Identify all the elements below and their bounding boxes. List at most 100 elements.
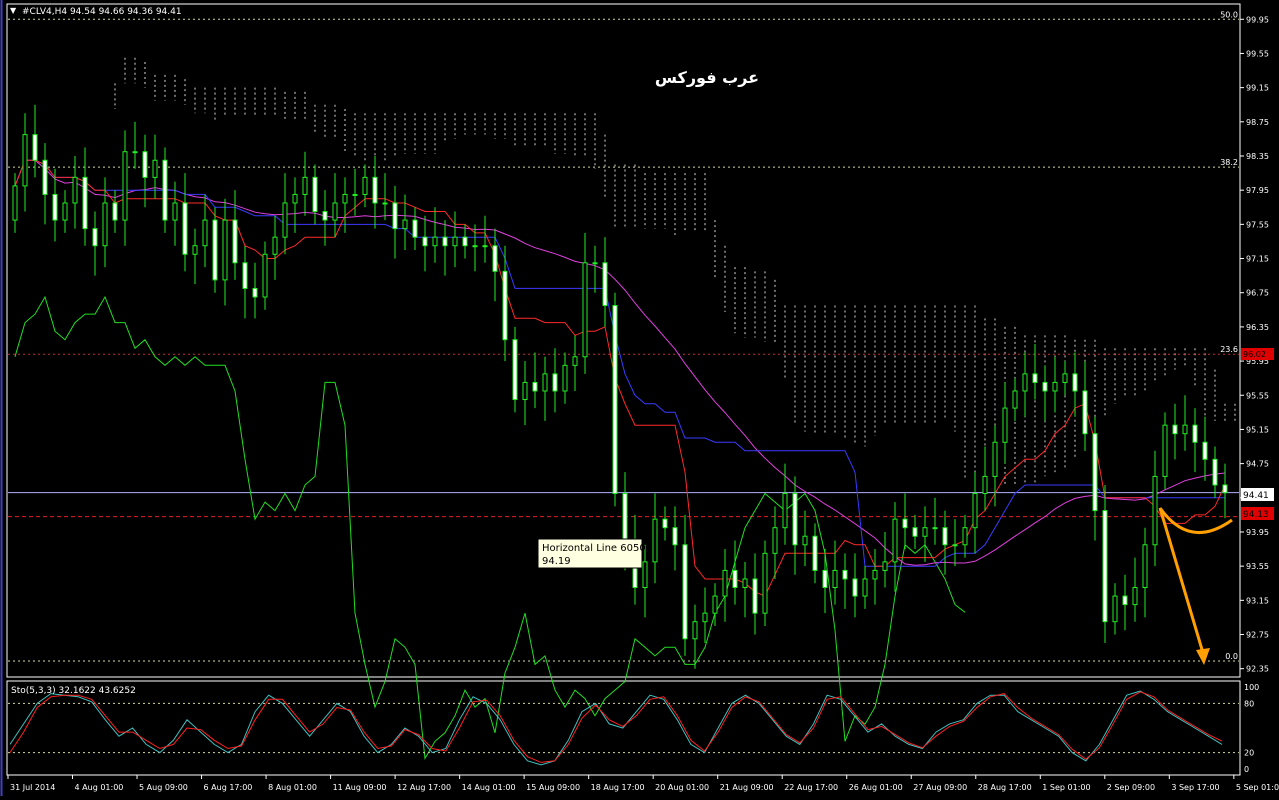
candle-body xyxy=(1012,390,1018,409)
y-tick-label: 92.35 xyxy=(1246,665,1269,674)
candle-body xyxy=(1102,510,1108,623)
candle-body xyxy=(372,176,378,204)
candle-body xyxy=(32,134,38,161)
stochastic-level-label: 100 xyxy=(1244,683,1259,692)
y-tick-label: 92.75 xyxy=(1246,631,1269,640)
candle-body xyxy=(212,219,218,281)
y-tick-label: 93.95 xyxy=(1246,528,1269,537)
candle-body xyxy=(1142,544,1148,589)
y-tick-label: 99.15 xyxy=(1246,84,1269,93)
current-price-tag: 94.41 xyxy=(1241,488,1274,501)
candle-body xyxy=(512,339,518,401)
candle-body xyxy=(892,518,898,563)
red-level-top-tag: 96.02 xyxy=(1241,348,1274,360)
candle-body xyxy=(1002,407,1008,443)
symbol-info: #CLV4,H4 94.54 94.66 94.36 94.41 xyxy=(22,7,182,17)
y-tick-label: 96.75 xyxy=(1246,289,1269,298)
candle-body xyxy=(1052,381,1058,392)
candle-body xyxy=(722,569,728,597)
candle-body xyxy=(942,527,948,546)
candle-body xyxy=(182,202,188,255)
candle-body xyxy=(412,219,418,238)
price-chart[interactable]: 50.0 38.2 23.6 0.0 99.95 99.55 99.15 98.75 98.3… xyxy=(0,0,1279,796)
candle-body xyxy=(422,236,428,247)
candle-body xyxy=(392,202,398,230)
candle-body xyxy=(142,151,148,178)
x-tick-label: 12 Aug 17:00 xyxy=(397,783,451,792)
y-tick-label: 98.35 xyxy=(1246,152,1269,161)
x-tick-label: 1 Sep 01:00 xyxy=(1042,783,1090,792)
candle-body xyxy=(522,381,528,401)
y-tick-label: 95.15 xyxy=(1246,425,1269,434)
candle-body xyxy=(572,356,578,366)
candle-body xyxy=(792,493,798,546)
x-tick-label: 3 Sep 17:00 xyxy=(1171,783,1219,792)
candle-body xyxy=(322,211,328,221)
candle-body xyxy=(872,569,878,580)
x-tick-label: 31 Jul 2014 xyxy=(10,783,55,792)
candle-body xyxy=(742,578,748,589)
candle-body xyxy=(1112,595,1118,623)
candle-body xyxy=(552,373,558,392)
x-tick-label: 2 Sep 09:00 xyxy=(1107,783,1155,792)
candle-body xyxy=(582,262,588,358)
candle-body xyxy=(1082,390,1088,435)
candle-body xyxy=(352,193,358,196)
candle-body xyxy=(22,134,28,187)
candle-body xyxy=(852,578,858,597)
fib-level-label: 38.2 xyxy=(1220,158,1238,167)
x-tick-label: 18 Aug 17:00 xyxy=(591,783,645,792)
candle-body xyxy=(242,262,248,289)
fib-level-label: 23.6 xyxy=(1220,345,1238,354)
collapse-arrow-icon[interactable]: ▼ xyxy=(10,6,17,15)
candle-body xyxy=(602,262,608,307)
candle-body xyxy=(672,527,678,546)
y-tick-label: 98.75 xyxy=(1246,118,1269,127)
y-tick-label: 97.95 xyxy=(1246,186,1269,195)
candle-body xyxy=(542,373,548,392)
y-tick-label: 97.55 xyxy=(1246,220,1269,229)
tooltip-line1: Horizontal Line 6050 xyxy=(542,543,646,554)
candle-body xyxy=(932,527,938,530)
candle-body xyxy=(662,518,668,529)
candle-body xyxy=(642,561,648,589)
candle-body xyxy=(772,527,778,554)
candle-body xyxy=(12,185,18,221)
svg-text:94.41: 94.41 xyxy=(1243,491,1269,501)
candle-body xyxy=(1122,595,1128,606)
candle-body xyxy=(812,535,818,571)
candle-body xyxy=(782,493,788,529)
candle-body xyxy=(1042,381,1048,392)
candle-body xyxy=(402,219,408,230)
candle-body xyxy=(1192,424,1198,443)
candle-body xyxy=(692,621,698,640)
candle-body xyxy=(682,544,688,640)
candle-body xyxy=(752,578,758,614)
y-tick-label: 95.55 xyxy=(1246,391,1269,400)
candle-body xyxy=(492,245,498,272)
horizontal-line-tooltip: Horizontal Line 6050 94.19 xyxy=(537,538,646,569)
candle-body xyxy=(172,202,178,221)
candle-body xyxy=(732,569,738,589)
candle-body xyxy=(202,219,208,247)
candle-body xyxy=(1022,373,1028,392)
candle-body xyxy=(482,245,488,248)
candle-body xyxy=(1132,587,1138,606)
candle-body xyxy=(992,441,998,477)
fib-level-label: 0.0 xyxy=(1225,652,1238,661)
candle-body xyxy=(292,193,298,204)
candle-body xyxy=(232,219,238,264)
chart-window: 50.0 38.2 23.6 0.0 99.95 99.55 99.15 98.75 98.3… xyxy=(0,0,1279,796)
stochastic-level-label: 20 xyxy=(1244,749,1254,758)
y-tick-label: 99.95 xyxy=(1246,15,1269,24)
candle-body xyxy=(922,527,928,537)
candle-body xyxy=(302,176,308,195)
svg-text:96.02: 96.02 xyxy=(1243,350,1266,359)
candle-body xyxy=(622,493,628,546)
candle-body xyxy=(652,518,658,563)
y-tick-label: 93.15 xyxy=(1246,596,1269,605)
x-tick-label: 21 Aug 09:00 xyxy=(720,783,774,792)
stochastic-level-label: 0 xyxy=(1244,765,1249,774)
candle-body xyxy=(42,159,48,195)
candle-body xyxy=(882,561,888,571)
